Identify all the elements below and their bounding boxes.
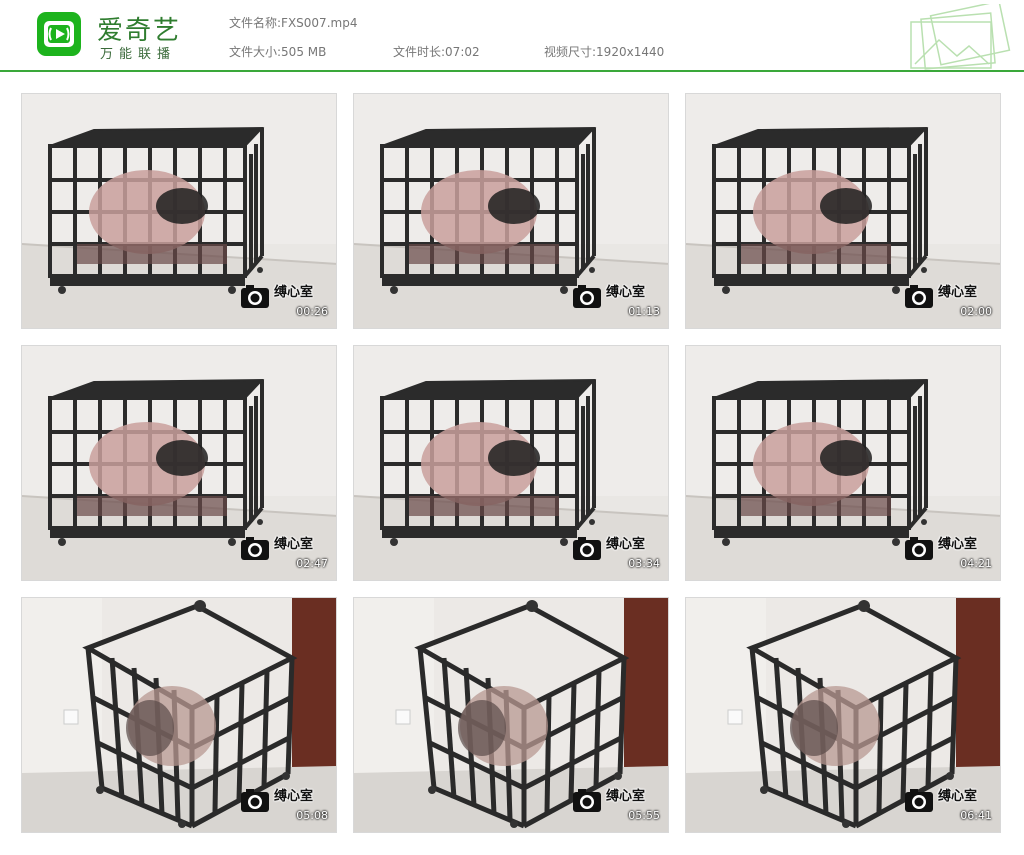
watermark-text: 缚心室 [606, 789, 646, 804]
watermark-text: 缚心室 [606, 285, 646, 300]
camera-icon [241, 285, 269, 308]
camera-icon [905, 789, 933, 812]
file-size-info: 文件大小:505 MB [229, 43, 326, 60]
file-name-value: FXS007.mp4 [281, 16, 358, 30]
camera-icon [241, 537, 269, 560]
resolution-label: 视频尺寸: [544, 45, 597, 59]
thumbnail[interactable]: 缚心室 05:08 [21, 597, 337, 833]
watermark-text: 缚心室 [606, 537, 646, 552]
resolution-value: 1920x1440 [596, 45, 665, 59]
thumbnail[interactable]: 缚心室 04:21 [685, 345, 1001, 581]
timestamp: 02:00 [960, 305, 992, 318]
header: 爱奇艺 万能联播 文件名称:FXS007.mp4 文件大小:505 MB 文件时… [0, 0, 1024, 72]
timestamp: 02:47 [296, 557, 328, 570]
brand-name: 爱奇艺 [97, 16, 182, 46]
file-duration-info: 文件时长:07:02 [393, 43, 480, 60]
camera-icon [573, 537, 601, 560]
camera-icon [241, 789, 269, 812]
timestamp: 05:55 [628, 809, 660, 822]
watermark-text: 缚心室 [938, 537, 978, 552]
app-logo-icon [37, 12, 81, 56]
thumbnail[interactable]: 缚心室 02:00 [685, 93, 1001, 329]
timestamp: 00:26 [296, 305, 328, 318]
thumbnail[interactable]: 缚心室 06:41 [685, 597, 1001, 833]
resolution-info: 视频尺寸:1920x1440 [544, 43, 664, 60]
timestamp: 01:13 [628, 305, 660, 318]
timestamp: 05:08 [296, 809, 328, 822]
camera-icon [573, 789, 601, 812]
camera-icon [905, 537, 933, 560]
timestamp: 06:41 [960, 809, 992, 822]
header-divider [0, 70, 1024, 72]
file-name-label: 文件名称: [229, 16, 282, 30]
file-duration-label: 文件时长: [393, 45, 446, 59]
file-size-label: 文件大小: [229, 45, 282, 59]
timestamp: 03:34 [628, 557, 660, 570]
file-name-info: 文件名称:FXS007.mp4 [229, 14, 357, 31]
thumbnail[interactable]: 缚心室 02:47 [21, 345, 337, 581]
thumbnail[interactable]: 缚心室 03:34 [353, 345, 669, 581]
watermark-text: 缚心室 [274, 789, 314, 804]
photo-stack-icon [905, 0, 1017, 74]
camera-icon [905, 285, 933, 308]
brand-tagline: 万能联播 [100, 47, 177, 62]
file-duration-value: 07:02 [445, 45, 480, 59]
watermark-text: 缚心室 [274, 537, 314, 552]
camera-icon [573, 285, 601, 308]
thumbnail[interactable]: 缚心室 01:13 [353, 93, 669, 329]
thumbnail[interactable]: 缚心室 05:55 [353, 597, 669, 833]
file-size-value: 505 MB [281, 45, 327, 59]
timestamp: 04:21 [960, 557, 992, 570]
watermark-text: 缚心室 [938, 285, 978, 300]
thumbnail[interactable]: 缚心室 00:26 [21, 93, 337, 329]
watermark-text: 缚心室 [274, 285, 314, 300]
watermark-text: 缚心室 [938, 789, 978, 804]
